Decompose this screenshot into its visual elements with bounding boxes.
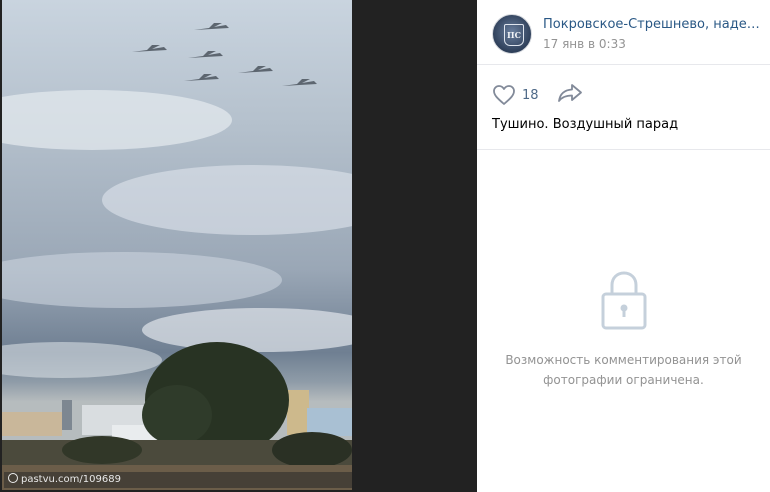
author-name-link[interactable]: Покровское-Стрешнево, наденъ м... bbox=[543, 17, 765, 32]
photo-scene bbox=[2, 23, 352, 490]
post-header: ПС Покровское-Стрешнево, наденъ м... 17 … bbox=[477, 0, 770, 65]
comments-closed-notice: Возможность комментирования этой фотогра… bbox=[477, 270, 770, 390]
share-button[interactable] bbox=[557, 83, 583, 107]
photo-viewer: pastvu.com/109689 bbox=[0, 0, 477, 492]
post-actions: 18 bbox=[492, 82, 583, 108]
avatar-crest: ПС bbox=[504, 24, 524, 46]
heart-icon bbox=[493, 85, 515, 105]
share-arrow-icon bbox=[557, 84, 582, 102]
post-timestamp[interactable]: 17 янв в 0:33 bbox=[543, 37, 626, 51]
lock-icon bbox=[601, 271, 646, 330]
post-side-panel: ПС Покровское-Стрешнево, наденъ м... 17 … bbox=[477, 0, 770, 492]
post-photo[interactable]: pastvu.com/109689 bbox=[2, 0, 352, 490]
divider bbox=[477, 149, 770, 150]
like-count: 18 bbox=[522, 87, 539, 103]
photo-watermark: pastvu.com/109689 bbox=[4, 472, 352, 488]
watermark-text: pastvu.com/109689 bbox=[21, 474, 121, 485]
comments-closed-text: Возможность комментирования этой фотогра… bbox=[505, 353, 742, 387]
author-avatar[interactable]: ПС bbox=[492, 14, 532, 54]
like-button[interactable]: 18 bbox=[492, 84, 557, 106]
post-caption: Тушино. Воздушный парад bbox=[492, 117, 679, 132]
pastvu-icon bbox=[8, 473, 18, 483]
